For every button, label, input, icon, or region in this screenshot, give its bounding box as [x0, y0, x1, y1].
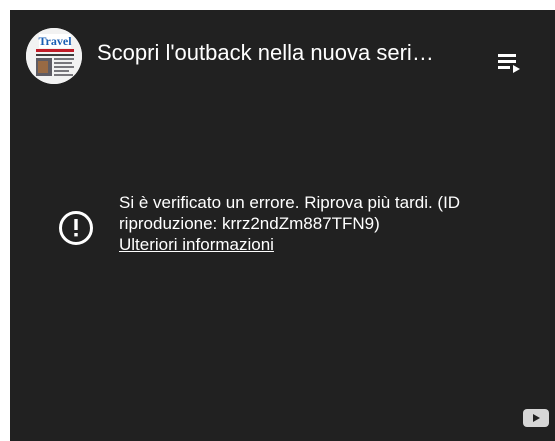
- travel-magazine-avatar-icon: Travel: [26, 28, 82, 84]
- avatar-lettering: Travel: [38, 34, 72, 48]
- youtube-logo-button[interactable]: [522, 408, 550, 428]
- error-circle-icon: [59, 211, 93, 245]
- error-text: Si è verificato un errore. Riprova più t…: [119, 192, 519, 255]
- playlist-button[interactable]: [496, 50, 524, 78]
- video-title[interactable]: Scopri l'outback nella nuova seri…: [97, 40, 477, 66]
- playlist-icon: [498, 54, 520, 73]
- channel-avatar[interactable]: Travel: [26, 28, 82, 84]
- error-message: Si è verificato un errore. Riprova più t…: [119, 193, 461, 233]
- youtube-logo-icon: [523, 409, 549, 427]
- video-player: Travel Scopri l'outback nella nuova seri…: [10, 10, 555, 441]
- more-info-link[interactable]: Ulteriori informazioni: [119, 235, 274, 254]
- player-header: Travel Scopri l'outback nella nuova seri…: [10, 10, 555, 90]
